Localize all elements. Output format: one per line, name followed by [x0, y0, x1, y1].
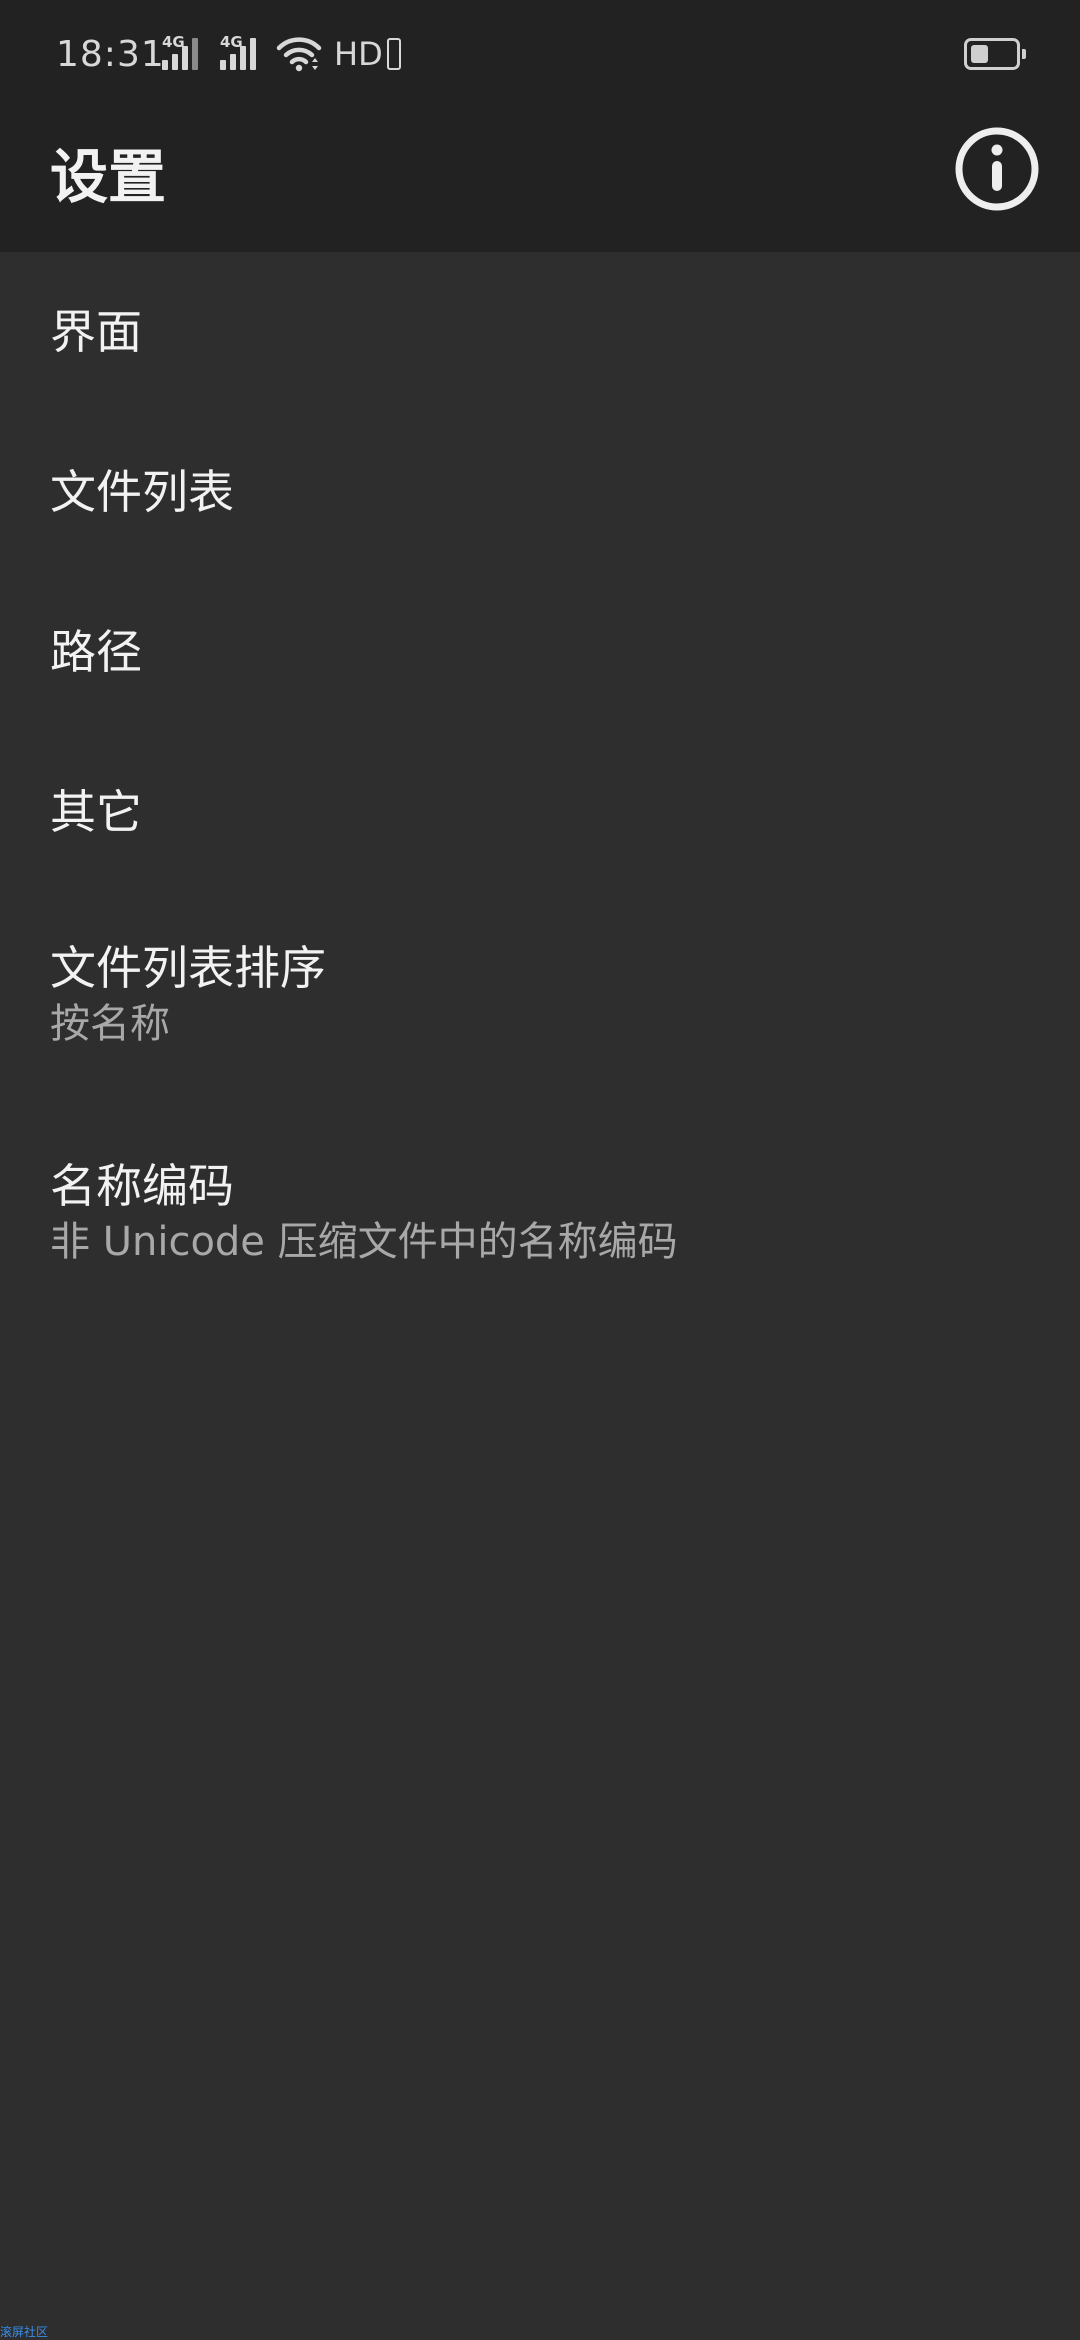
status-bar: 18:31 4G 4G HD	[0, 0, 1080, 110]
settings-item-name-encoding[interactable]: 名称编码 非 Unicode 压缩文件中的名称编码	[0, 1114, 1080, 1332]
settings-item-path[interactable]: 路径	[0, 572, 1080, 732]
wifi-icon	[276, 37, 322, 72]
settings-item-summary: 按名称	[50, 1001, 170, 1047]
header: 18:31 4G 4G HD 设置	[0, 0, 1080, 252]
settings-item-title: 界面	[50, 305, 142, 359]
info-button[interactable]	[954, 126, 1040, 212]
hd-icon: HD	[334, 35, 383, 73]
settings-item-title: 名称编码	[50, 1159, 234, 1213]
signal-icon: 4G	[160, 34, 208, 74]
battery-level	[971, 45, 988, 63]
settings-item-file-list-sort[interactable]: 文件列表排序 按名称	[0, 896, 1080, 1114]
settings-item-summary: 非 Unicode 压缩文件中的名称编码	[50, 1219, 678, 1265]
hd-sim-icon	[386, 38, 401, 70]
settings-screen: 18:31 4G 4G HD 设置 界面 文件列表 路径 其它 文件列表排序 按…	[0, 0, 1080, 2340]
signal-icon: 4G	[218, 34, 266, 74]
settings-item-title: 其它	[50, 785, 142, 839]
settings-list: 界面 文件列表 路径 其它 文件列表排序 按名称 名称编码 非 Unicode …	[0, 252, 1080, 1332]
app-bar: 设置	[0, 110, 1080, 252]
settings-item-title: 路径	[50, 625, 142, 679]
page-title: 设置	[50, 143, 167, 211]
settings-item-interface[interactable]: 界面	[0, 252, 1080, 412]
status-time: 18:31	[56, 34, 165, 75]
settings-item-file-list[interactable]: 文件列表	[0, 412, 1080, 572]
watermark: 滚屏社区	[0, 2325, 49, 2339]
info-icon	[955, 127, 1039, 211]
settings-item-title: 文件列表	[50, 465, 234, 519]
status-icons: 4G 4G HD	[160, 34, 401, 74]
settings-item-other[interactable]: 其它	[0, 732, 1080, 896]
battery-icon	[964, 38, 1026, 70]
settings-item-title: 文件列表排序	[50, 941, 326, 995]
